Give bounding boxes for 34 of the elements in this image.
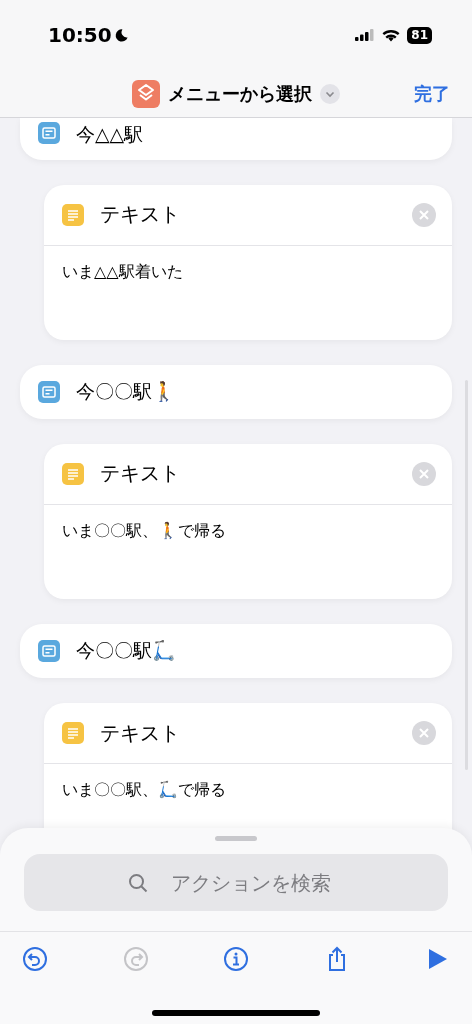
menu-item-label: 今〇〇駅🛴	[76, 637, 176, 663]
menu-item-card[interactable]: 今〇〇駅🛴	[20, 623, 452, 678]
action-title: テキスト	[100, 460, 181, 488]
signal-icon	[355, 29, 376, 41]
wifi-icon	[382, 28, 401, 42]
text-action-icon	[62, 722, 84, 744]
text-field-value[interactable]: いま〇〇駅、🚶で帰る	[62, 520, 226, 540]
menu-item-card[interactable]: 今△△駅	[20, 118, 452, 160]
text-action-icon	[62, 203, 84, 226]
action-title: テキスト	[100, 201, 181, 229]
text-action-icon	[62, 462, 84, 485]
search-field[interactable]: アクションを検索	[24, 854, 448, 911]
menu-item-icon	[38, 380, 60, 403]
text-field-value[interactable]: いま〇〇駅、🛴で帰る	[62, 780, 226, 799]
remove-icon[interactable]	[412, 202, 436, 227]
chevron-down-icon[interactable]	[320, 83, 340, 104]
battery-level: 81	[411, 28, 428, 42]
menu-item-icon	[38, 122, 60, 144]
remove-icon[interactable]	[412, 461, 436, 486]
screen-title: メニューから選択	[168, 81, 312, 106]
menu-item-icon	[38, 639, 60, 662]
clock-time: 10:50	[48, 23, 112, 47]
done-button[interactable]: 完了	[412, 80, 452, 108]
text-field-value[interactable]: いま△△駅着いた	[62, 261, 183, 281]
undo-icon[interactable]	[22, 946, 48, 972]
search-icon	[128, 873, 148, 893]
sheet-grabber[interactable]	[215, 836, 257, 841]
action-title: テキスト	[100, 719, 181, 747]
remove-icon[interactable]	[412, 721, 436, 745]
info-icon[interactable]	[223, 946, 249, 972]
menu-item-card[interactable]: 今〇〇駅🚶	[20, 364, 452, 419]
menu-item-label: 今△△駅	[76, 122, 144, 147]
shortcuts-app-icon	[132, 79, 160, 108]
menu-item-label: 今〇〇駅🚶	[76, 378, 176, 404]
